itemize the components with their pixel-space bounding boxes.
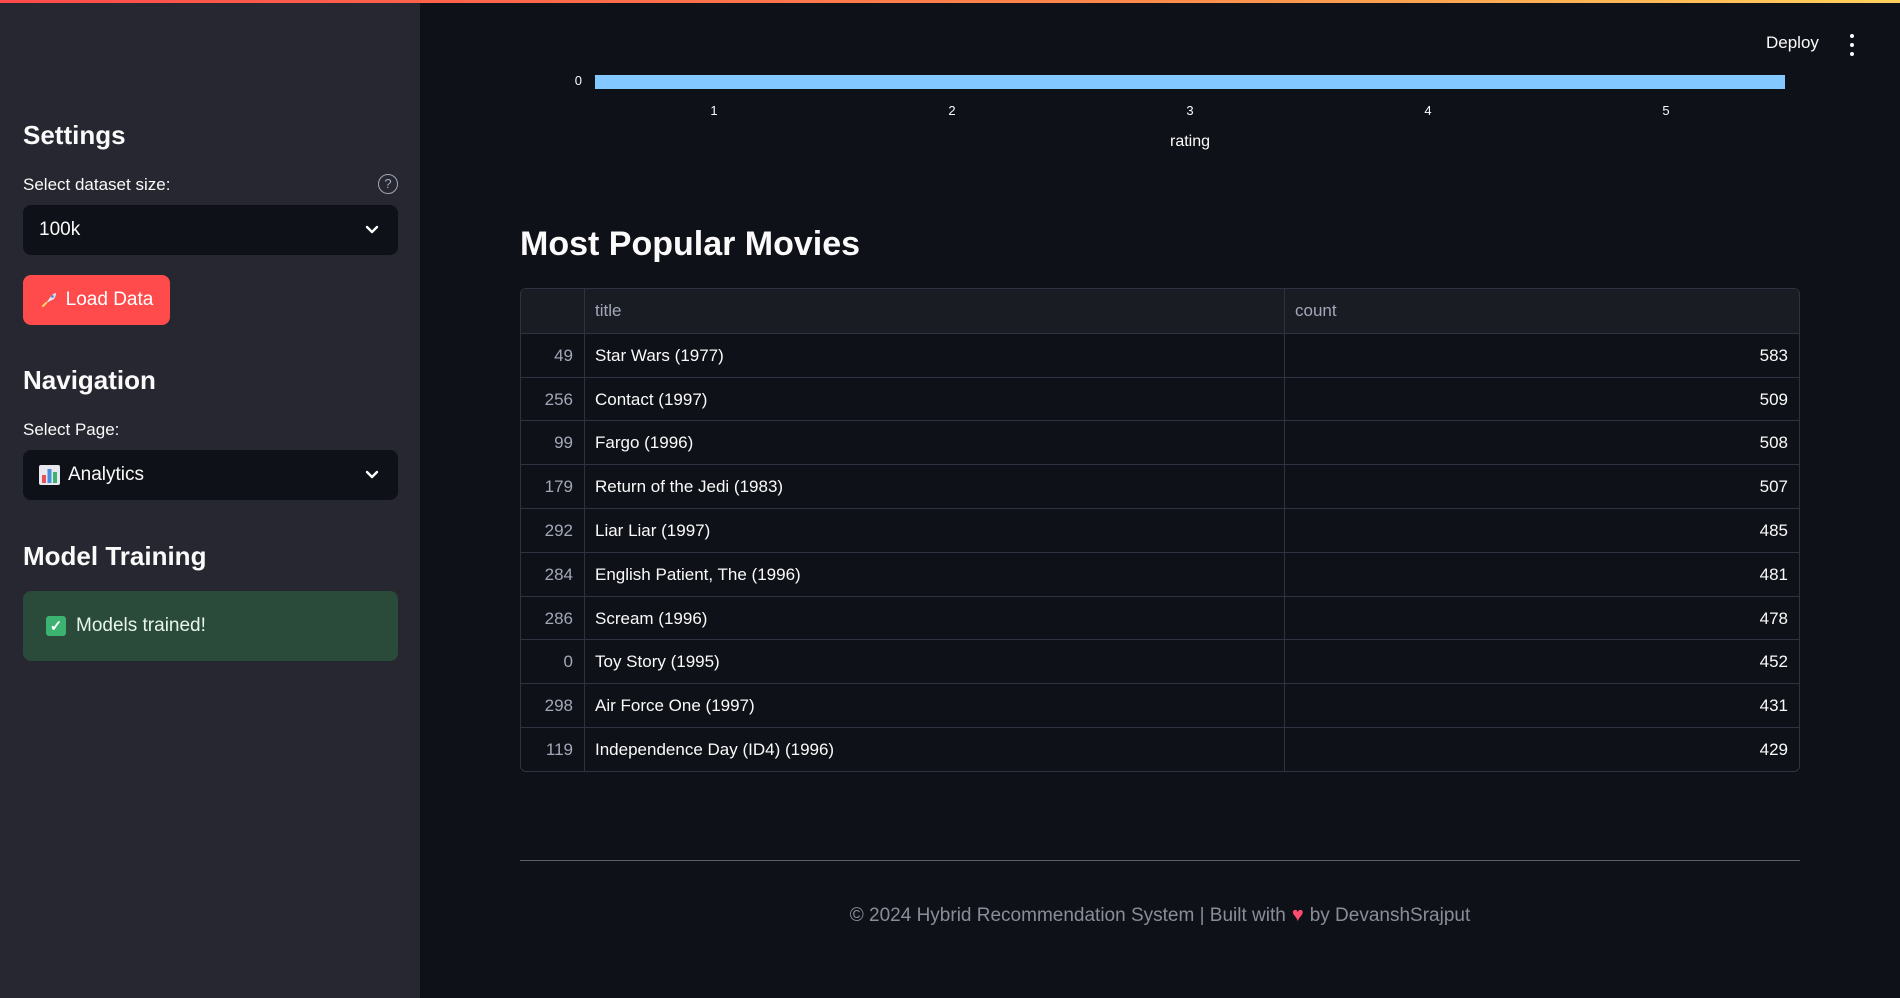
movie-title-cell[interactable]: Toy Story (1995) (585, 640, 1285, 684)
navigation-heading: Navigation (23, 365, 156, 395)
count-cell[interactable]: 481 (1285, 553, 1799, 596)
popular-movies-table[interactable]: title count 49 Star Wars (1977) 583 256 Cont… (520, 288, 1800, 772)
count-cell[interactable]: 478 (1285, 597, 1799, 640)
select-page-label: Select Page: (23, 420, 120, 439)
count-cell[interactable]: 507 (1285, 465, 1799, 508)
rating-histogram-chart: 0 1 2 3 4 5 rating (575, 73, 1785, 150)
table-row[interactable]: 256 Contact (1997) 509 (521, 376, 1799, 421)
title-column-header[interactable]: title (585, 289, 1285, 333)
kebab-menu-icon[interactable] (1844, 34, 1860, 56)
checkmark-icon: ✓ (46, 616, 66, 636)
movie-title-cell[interactable]: Independence Day (ID4) (1996) (585, 727, 1285, 771)
count-cell[interactable]: 508 (1285, 421, 1799, 464)
rocket-icon (41, 293, 56, 308)
table-row[interactable]: 0 Toy Story (1995) 452 (521, 639, 1799, 684)
count-cell[interactable]: 452 (1285, 640, 1799, 683)
row-index: 256 (521, 377, 585, 421)
table-header: title count (521, 289, 1799, 333)
load-data-label: Load Data (65, 289, 154, 310)
row-index: 0 (521, 640, 585, 684)
x-tick-label: 3 (1186, 103, 1193, 118)
section-title: Most Popular Movies (520, 225, 861, 263)
y-tick-label: 0 (575, 73, 582, 88)
x-tick-label: 4 (1424, 103, 1431, 118)
row-index: 179 (521, 465, 585, 508)
success-message: Models trained! (76, 615, 206, 636)
model-training-heading: Model Training (23, 541, 207, 571)
table-row[interactable]: 292 Liar Liar (1997) 485 (521, 507, 1799, 552)
movie-title-cell[interactable]: Fargo (1996) (585, 421, 1285, 465)
histogram-bar (595, 75, 1785, 89)
x-tick-label: 1 (710, 103, 717, 118)
dataset-size-value: 100k (39, 219, 81, 240)
x-tick-label: 5 (1662, 103, 1669, 118)
count-cell[interactable]: 429 (1285, 728, 1799, 771)
x-axis-label: rating (1170, 133, 1210, 150)
row-index: 292 (521, 508, 585, 552)
page-select[interactable]: Analytics (23, 450, 398, 500)
table-row[interactable]: 49 Star Wars (1977) 583 (521, 332, 1799, 377)
help-icon[interactable]: ? (378, 174, 398, 194)
row-index: 49 (521, 333, 585, 377)
chevron-down-icon (365, 225, 379, 234)
movie-title-cell[interactable]: Scream (1996) (585, 596, 1285, 640)
settings-heading: Settings (23, 120, 126, 150)
table-row[interactable]: 286 Scream (1996) 478 (521, 595, 1799, 640)
footer-text-after: by DevanshSrajput (1309, 904, 1471, 926)
footer-text-before: © 2024 Hybrid Recommendation System | Bu… (849, 904, 1286, 926)
footer-divider (520, 860, 1800, 861)
dataset-size-select[interactable]: 100k (23, 205, 398, 255)
movie-title-cell[interactable]: Contact (1997) (585, 377, 1285, 421)
page-select-value: Analytics (68, 464, 145, 485)
sidebar: Settings Select dataset size: ? 100k Loa… (0, 0, 420, 998)
deploy-button[interactable]: Deploy (1766, 33, 1819, 53)
movie-title-cell[interactable]: English Patient, The (1996) (585, 552, 1285, 596)
heart-icon: ♥ (1291, 904, 1304, 926)
table-row[interactable]: 179 Return of the Jedi (1983) 507 (521, 464, 1799, 508)
movie-title-cell[interactable]: Star Wars (1977) (585, 333, 1285, 377)
table-row[interactable]: 298 Air Force One (1997) 431 (521, 683, 1799, 727)
count-cell[interactable]: 509 (1285, 378, 1799, 421)
count-column-header[interactable]: count (1285, 289, 1799, 333)
load-data-button[interactable]: Load Data (23, 275, 170, 325)
dataset-size-label: Select dataset size: (23, 175, 171, 194)
x-tick-label: 2 (948, 103, 955, 118)
index-column-header (521, 289, 585, 333)
table-row[interactable]: 284 English Patient, The (1996) 481 (521, 551, 1799, 596)
count-cell[interactable]: 583 (1285, 334, 1799, 377)
row-index: 298 (521, 684, 585, 727)
count-cell[interactable]: 485 (1285, 509, 1799, 552)
count-cell[interactable]: 431 (1285, 684, 1799, 727)
row-index: 284 (521, 552, 585, 596)
chevron-down-icon (365, 470, 379, 479)
row-index: 99 (521, 421, 585, 465)
footer: © 2024 Hybrid Recommendation System | Bu… (520, 904, 1800, 927)
success-alert: ✓ Models trained! (23, 591, 398, 661)
row-index: 286 (521, 596, 585, 640)
movie-title-cell[interactable]: Air Force One (1997) (585, 684, 1285, 727)
table-row[interactable]: 99 Fargo (1996) 508 (521, 420, 1799, 465)
movie-title-cell[interactable]: Return of the Jedi (1983) (585, 465, 1285, 508)
top-accent-bar (0, 0, 1900, 3)
row-index: 119 (521, 727, 585, 771)
movie-title-cell[interactable]: Liar Liar (1997) (585, 508, 1285, 552)
bar-chart-icon (39, 465, 60, 485)
table-row[interactable]: 119 Independence Day (ID4) (1996) 429 (521, 726, 1799, 771)
